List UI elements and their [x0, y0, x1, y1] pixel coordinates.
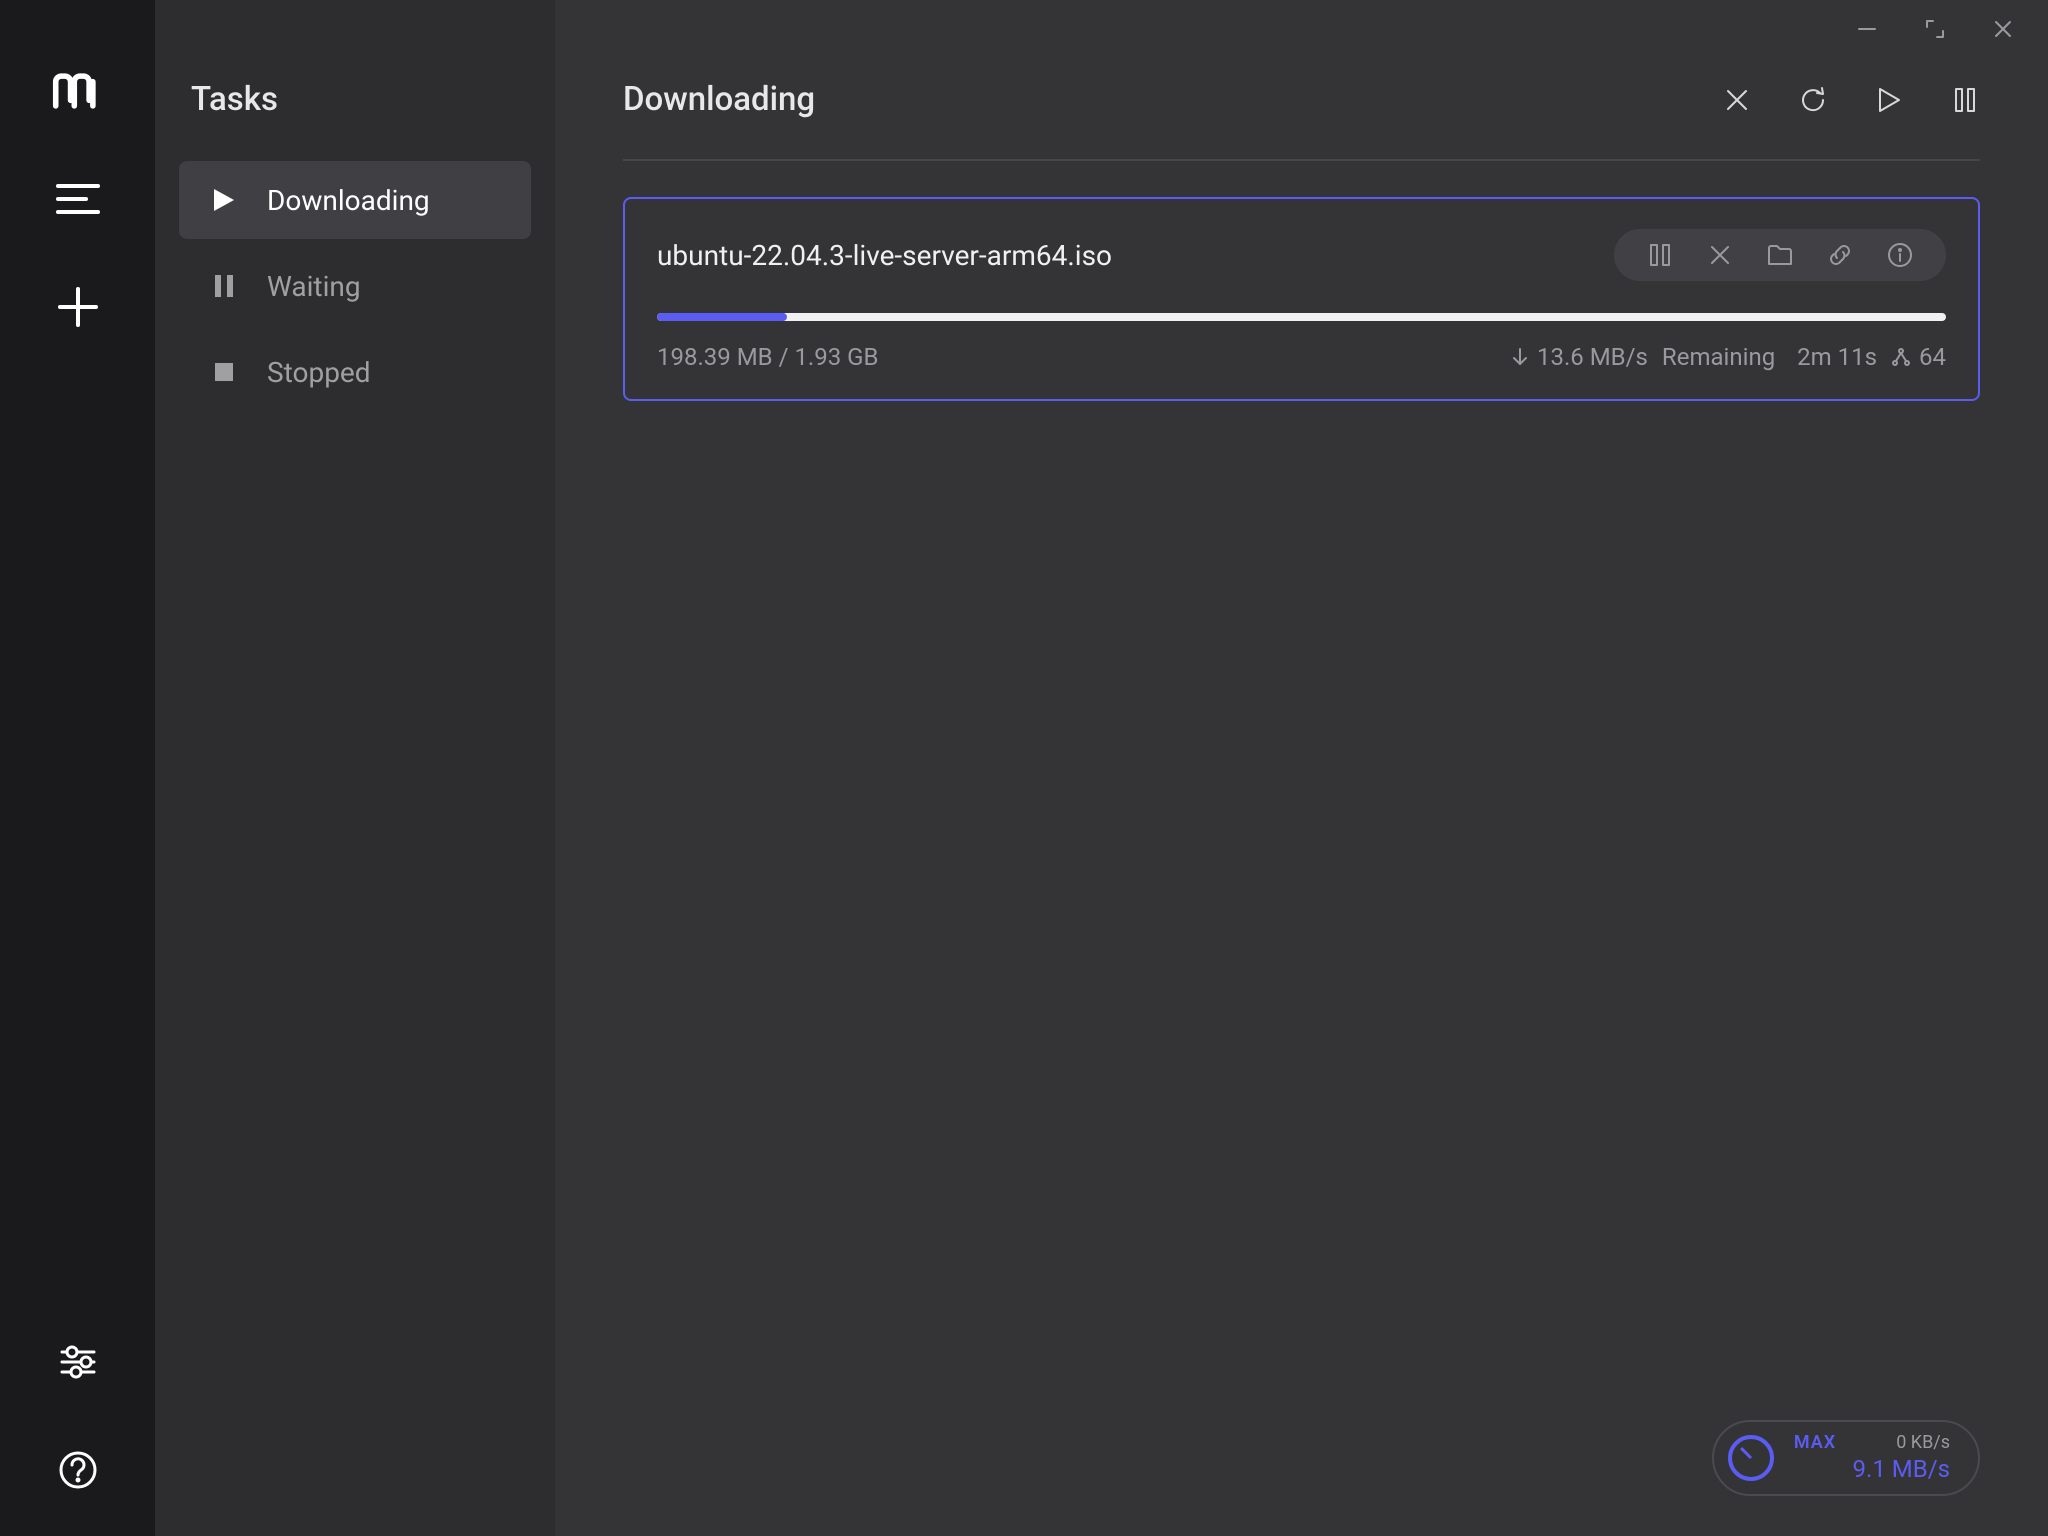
progress-bar: [657, 313, 1946, 321]
sidebar-item-stopped[interactable]: Stopped: [179, 333, 531, 411]
main-toolbar: [1722, 85, 1980, 115]
play-icon: [211, 187, 237, 213]
sidebar-title: Tasks: [191, 80, 531, 119]
task-folder-icon[interactable]: [1766, 241, 1794, 269]
pause-icon: [211, 273, 237, 299]
task-pause-icon[interactable]: [1646, 241, 1674, 269]
help-icon[interactable]: [52, 1444, 104, 1496]
task-list: ubuntu-22.04.3-live-server-arm64.iso: [623, 161, 1980, 401]
speed-badge[interactable]: MAX 0 KB/s 9.1 MB/s: [1712, 1420, 1980, 1497]
window-maximize-icon[interactable]: [1922, 16, 1948, 42]
speed-download: 9.1 MB/s: [1853, 1454, 1950, 1484]
menu-icon[interactable]: [52, 173, 104, 225]
sidebar-item-label: Stopped: [267, 356, 371, 389]
task-action-bar: [1614, 229, 1946, 281]
sidebar-item-downloading[interactable]: Downloading: [179, 161, 531, 239]
task-info-icon[interactable]: [1886, 241, 1914, 269]
sidebar-item-waiting[interactable]: Waiting: [179, 247, 531, 325]
task-card[interactable]: ubuntu-22.04.3-live-server-arm64.iso: [623, 197, 1980, 401]
delete-task-icon[interactable]: [1722, 85, 1752, 115]
main-panel: Downloading ubuntu-22.04.3-live-server-a…: [555, 0, 2048, 1536]
window-controls: [1854, 16, 2016, 42]
sidebar-item-label: Waiting: [267, 270, 361, 303]
settings-icon[interactable]: [52, 1336, 104, 1388]
task-remaining: Remaining 2m 11s: [1662, 343, 1877, 371]
icon-bar: [0, 0, 155, 1536]
download-arrow-icon: [1511, 347, 1529, 367]
progress-fill: [657, 313, 787, 321]
stop-icon: [211, 359, 237, 385]
pause-all-icon[interactable]: [1950, 85, 1980, 115]
task-speed: 13.6 MB/s: [1511, 343, 1648, 371]
window-close-icon[interactable]: [1990, 16, 2016, 42]
main-header: Downloading: [623, 0, 1980, 161]
task-connections: 64: [1891, 343, 1946, 371]
task-delete-icon[interactable]: [1706, 241, 1734, 269]
connections-icon: [1891, 347, 1911, 367]
tasks-sidebar: Tasks Downloading Waiting Stopped: [155, 0, 555, 1536]
app-logo-icon[interactable]: [52, 65, 104, 117]
task-filename: ubuntu-22.04.3-live-server-arm64.iso: [657, 239, 1112, 272]
sidebar-item-label: Downloading: [267, 184, 430, 217]
resume-all-icon[interactable]: [1874, 85, 1904, 115]
speedometer-icon: [1728, 1435, 1774, 1481]
speed-max-label: MAX: [1794, 1432, 1836, 1455]
speed-upload: 0 KB/s: [1896, 1432, 1950, 1455]
task-link-icon[interactable]: [1826, 241, 1854, 269]
refresh-icon[interactable]: [1798, 85, 1828, 115]
add-task-icon[interactable]: [52, 281, 104, 333]
task-size: 198.39 MB / 1.93 GB: [657, 343, 878, 371]
window-minimize-icon[interactable]: [1854, 16, 1880, 42]
main-title: Downloading: [623, 80, 815, 119]
